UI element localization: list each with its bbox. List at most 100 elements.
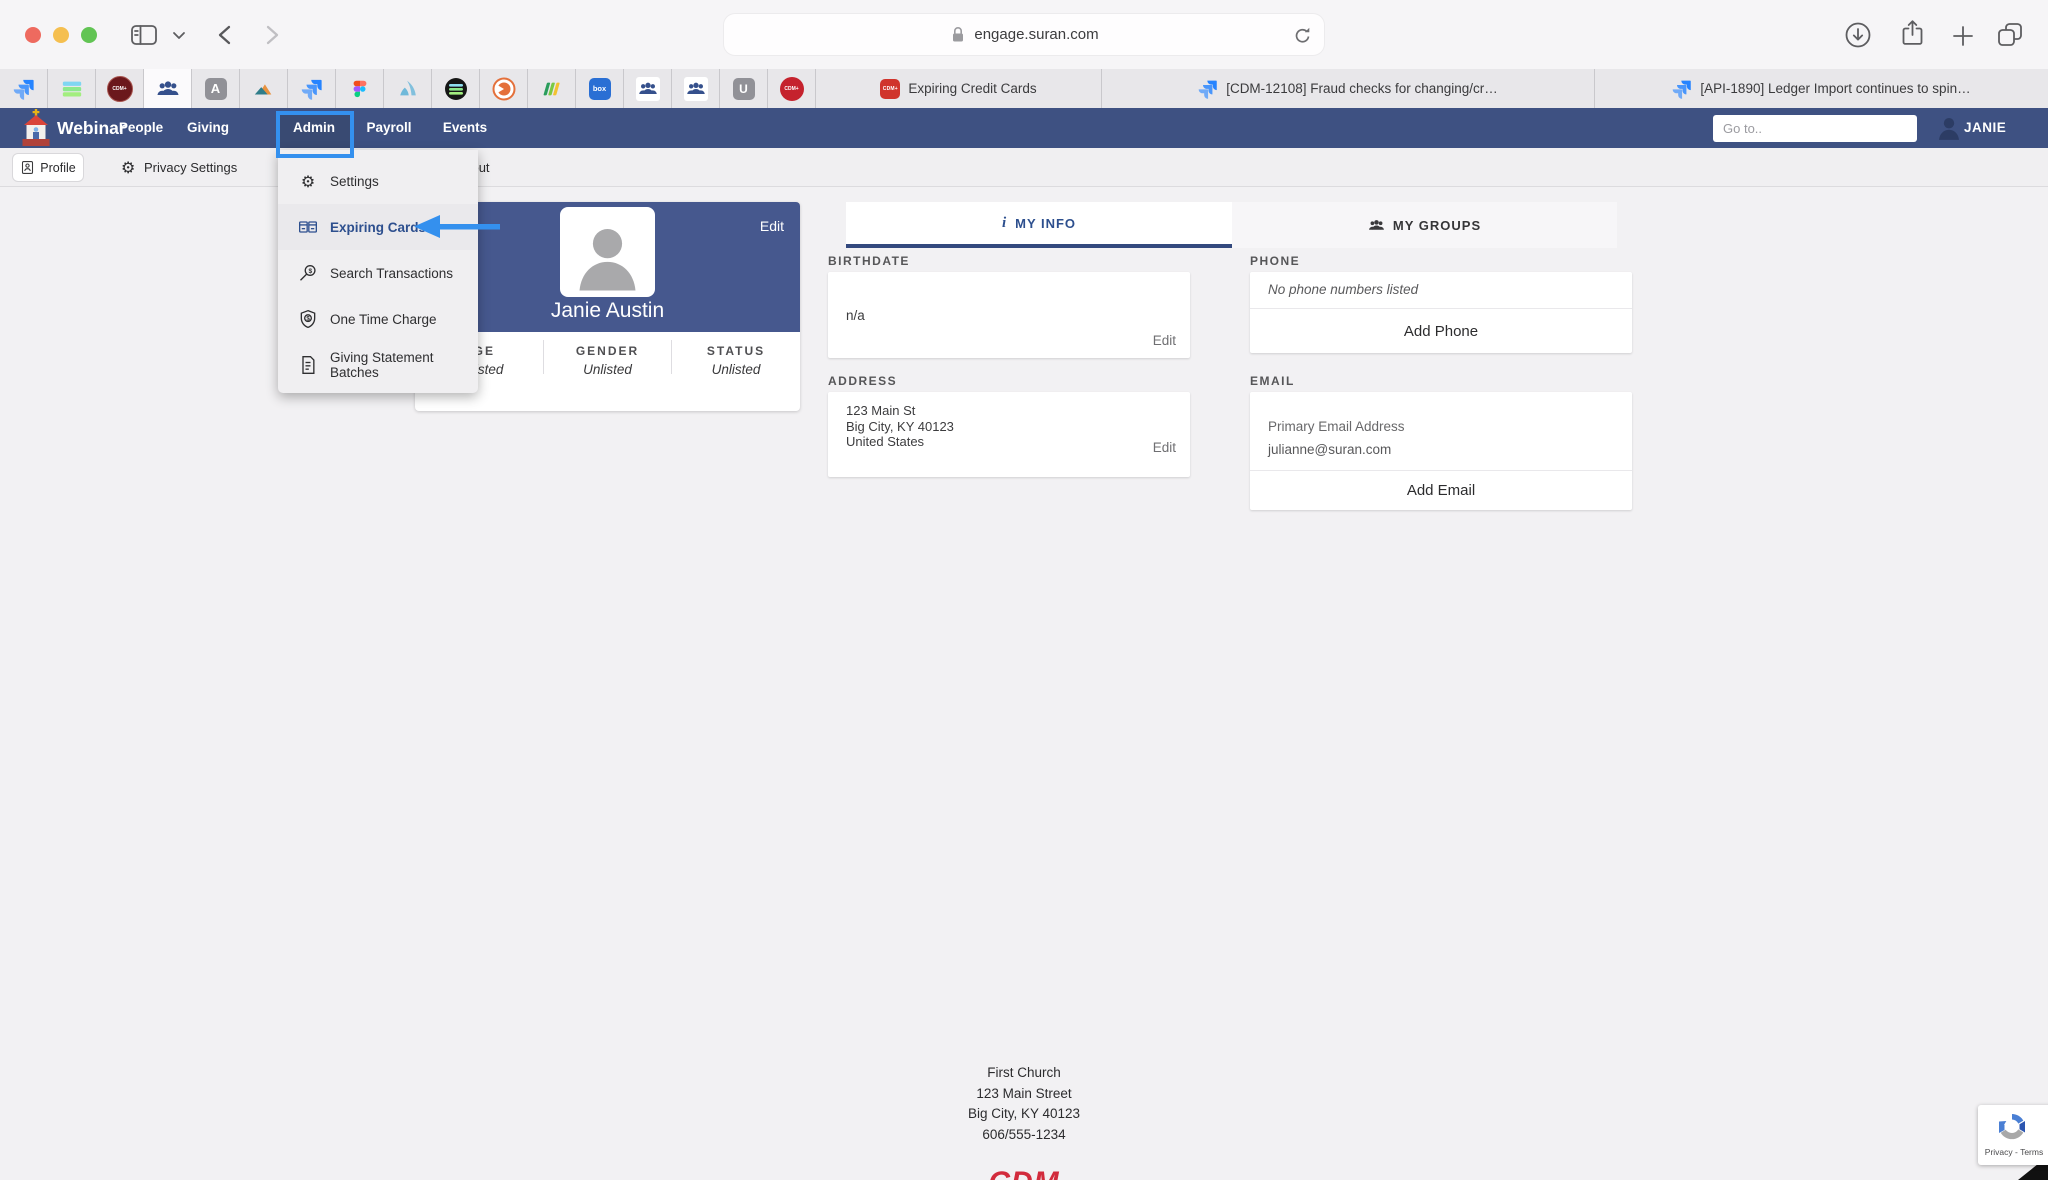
pinned-tab[interactable] [288, 69, 336, 108]
address-edit-link[interactable]: Edit [1153, 440, 1176, 455]
workspace-icon [541, 78, 563, 100]
birthdate-heading: BIRTHDATE [828, 254, 910, 268]
admin-dropdown-menu: ⚙ Settings Expiring Cards Search Transac… [278, 150, 478, 393]
phone-heading: PHONE [1250, 254, 1300, 268]
pinned-tab[interactable] [624, 69, 672, 108]
go-to-search-input[interactable] [1713, 115, 1917, 142]
sidebar-toggle-icon[interactable] [131, 25, 157, 45]
pinned-tab[interactable] [336, 69, 384, 108]
nav-item-giving[interactable]: Giving [178, 108, 238, 148]
credit-cards-icon [298, 217, 318, 237]
add-phone-button[interactable]: Add Phone [1250, 309, 1632, 353]
search-dollar-icon [298, 263, 318, 283]
nav-item-events[interactable]: Events [428, 108, 502, 148]
profile-edit-link[interactable]: Edit [760, 218, 784, 234]
subnav-item-privacy-settings[interactable]: Privacy Settings [144, 148, 237, 187]
info-icon: i [1002, 215, 1007, 232]
close-window-button[interactable] [25, 27, 41, 43]
pinned-tab[interactable]: A [192, 69, 240, 108]
zoom-window-button[interactable] [81, 27, 97, 43]
profile-avatar [560, 207, 655, 297]
menu-item-label: Search Transactions [330, 266, 453, 281]
box-icon: box [589, 78, 611, 100]
menu-item-settings[interactable]: ⚙ Settings [278, 158, 478, 204]
stat-label: STATUS [672, 344, 800, 358]
reload-icon[interactable] [1292, 25, 1312, 45]
forward-button[interactable] [262, 24, 282, 46]
menu-item-search-transactions[interactable]: Search Transactions [278, 250, 478, 296]
pinned-tab[interactable] [48, 69, 96, 108]
person-silhouette-icon [571, 214, 644, 297]
email-value[interactable]: julianne@suran.com [1268, 442, 1391, 457]
birthdate-value: n/a [846, 308, 865, 323]
mountain-icon [253, 78, 275, 100]
add-email-button[interactable]: Add Email [1250, 471, 1632, 510]
pinned-tab[interactable]: CDM+ [96, 69, 144, 108]
pinned-tab[interactable] [0, 69, 48, 108]
groups-icon [1368, 217, 1385, 234]
statement-icon [298, 355, 318, 375]
brand-title: Webinar [57, 108, 126, 148]
clock-icon [492, 77, 516, 101]
tab-my-groups[interactable]: MY GROUPS [1232, 202, 1617, 248]
stat-value: Unlisted [672, 362, 800, 377]
pinned-tab[interactable]: U [720, 69, 768, 108]
engage-people-icon [156, 77, 180, 101]
tab-label: MY INFO [1015, 216, 1076, 231]
user-name[interactable]: JANIE [1964, 108, 2028, 148]
chevron-down-icon[interactable] [172, 31, 186, 40]
tab-my-info[interactable]: i MY INFO [846, 202, 1232, 248]
email-primary-label: Primary Email Address [1268, 419, 1405, 434]
people-icon [636, 77, 660, 101]
address-line3: United States [846, 434, 954, 450]
cdm-red-icon: CDM+ [880, 79, 900, 99]
footer-city: Big City, KY 40123 [0, 1104, 2048, 1125]
nav-item-payroll[interactable]: Payroll [352, 108, 426, 148]
address-line2: Big City, KY 40123 [846, 419, 954, 435]
lock-icon [949, 25, 967, 44]
annotation-arrow-icon [412, 212, 504, 242]
letter-u-icon: U [733, 78, 755, 100]
share-icon[interactable] [1900, 19, 1925, 49]
tab-title: [API-1890] Ledger Import continues to sp… [1700, 81, 1970, 96]
menu-item-giving-statement-batches[interactable]: Giving Statement Batches [278, 342, 478, 388]
recaptcha-links[interactable]: Privacy - Terms [1978, 1147, 2048, 1157]
cdm-dark-icon: CDM+ [107, 76, 133, 102]
pinned-tab-active[interactable] [144, 69, 192, 108]
subnav-item-profile[interactable]: Profile [12, 153, 84, 182]
page-footer: First Church 123 Main Street Big City, K… [0, 1063, 2048, 1145]
phone-empty-text: No phone numbers listed [1268, 272, 1418, 308]
pinned-tab[interactable]: box [576, 69, 624, 108]
recaptcha-icon [1994, 1109, 2030, 1145]
menu-item-one-time-charge[interactable]: One Time Charge [278, 296, 478, 342]
pinned-tab[interactable] [240, 69, 288, 108]
menu-item-label: Giving Statement Batches [330, 350, 478, 380]
downloads-icon[interactable] [1845, 22, 1872, 49]
pinned-tab[interactable] [480, 69, 528, 108]
tab-overview-icon[interactable] [1997, 22, 2025, 48]
pinned-tab[interactable] [528, 69, 576, 108]
figma-icon [349, 78, 371, 100]
new-tab-icon[interactable] [1952, 25, 1974, 47]
stat-status: STATUS Unlisted [672, 332, 800, 411]
tab-cdm-12108[interactable]: [CDM-12108] Fraud checks for changing/cr… [1102, 69, 1595, 108]
subnav-profile-label: Profile [40, 161, 75, 175]
jira-icon [13, 78, 35, 100]
tab-expiring-credit-cards[interactable]: CDM+ Expiring Credit Cards [816, 69, 1102, 108]
back-button[interactable] [215, 24, 235, 46]
pinned-tab[interactable] [672, 69, 720, 108]
address-card: 123 Main St Big City, KY 40123 United St… [828, 392, 1190, 477]
address-bar[interactable]: engage.suran.com [724, 14, 1324, 55]
minimize-window-button[interactable] [53, 27, 69, 43]
pinned-tab[interactable] [384, 69, 432, 108]
pinned-tab[interactable]: CDM+ [768, 69, 816, 108]
music-dark-icon [444, 77, 468, 101]
pinned-tab[interactable] [432, 69, 480, 108]
jira-icon [301, 78, 323, 100]
email-card: Primary Email Address julianne@suran.com… [1250, 392, 1632, 510]
address-line1: 123 Main St [846, 403, 954, 419]
birthdate-edit-link[interactable]: Edit [1153, 333, 1176, 348]
shield-dollar-icon [298, 309, 318, 329]
tab-api-1890[interactable]: [API-1890] Ledger Import continues to sp… [1595, 69, 2048, 108]
user-avatar-icon[interactable] [1936, 115, 1962, 141]
